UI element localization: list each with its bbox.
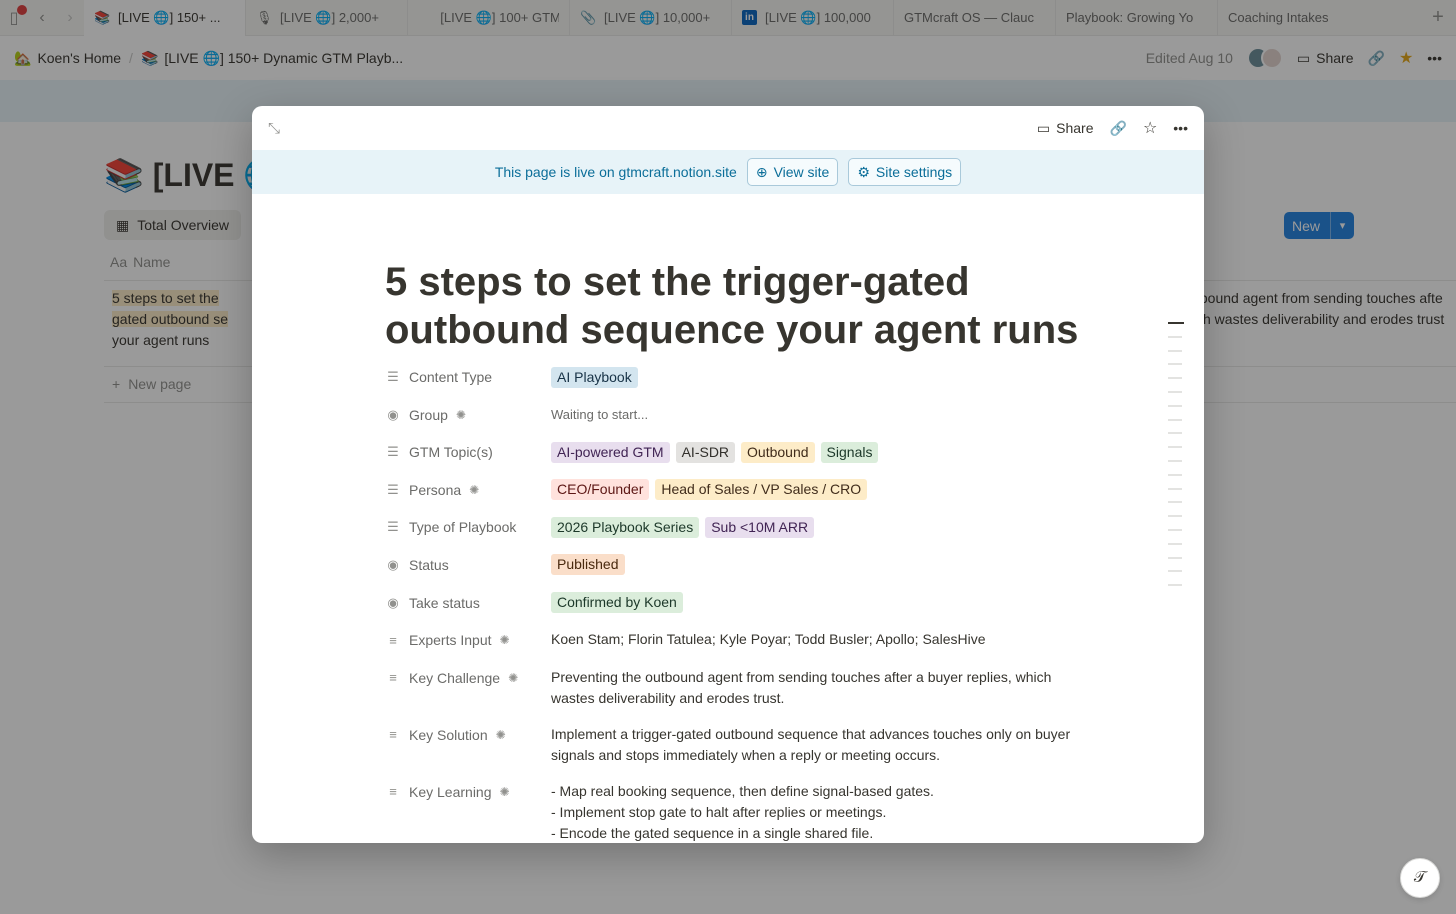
expand-icon[interactable]: ⤡ (268, 120, 280, 137)
property-status: ◉ Status Published (385, 550, 1085, 588)
tag: AI-SDR (675, 441, 736, 463)
notion-ai-icon: 𝒯 (1413, 869, 1427, 886)
text-icon: ≡ (389, 670, 397, 686)
property-group: ◉ Group ✺ Waiting to start... (385, 400, 1085, 438)
window-icon: ▭ (1036, 119, 1051, 136)
list-icon: ☰ (387, 369, 399, 384)
page-title[interactable]: 5 steps to set the trigger-gated outboun… (385, 258, 1085, 354)
help-button[interactable]: 𝒯 (1400, 858, 1440, 898)
select-icon: ◉ (387, 556, 399, 572)
tag: Sub <10M ARR (705, 516, 815, 538)
property-experts-input: ≡ Experts Input ✺ Koen Stam; Florin Tatule… (385, 625, 1085, 663)
select-icon: ◉ (387, 406, 399, 422)
ai-autofill-icon: ✺ (499, 784, 510, 799)
gear-icon: ⚙ (857, 163, 870, 180)
list-icon: ☰ (387, 519, 399, 535)
select-icon: ◉ (387, 594, 399, 610)
ai-autofill-icon: ✺ (495, 727, 506, 742)
page-peek-modal: ⤡ ▭ Share 🔗 ☆ ••• This page is live on gt… (252, 106, 1204, 843)
tag: 2026 Playbook Series (551, 516, 700, 538)
tag: CEO/Founder (551, 479, 650, 501)
tag: AI Playbook (551, 366, 638, 388)
text-icon: ≡ (389, 727, 397, 743)
property-key-solution: ≡ Key Solution ✺ Implement a trigger-gated… (385, 720, 1085, 777)
live-site-text: This page is live on gtmcraft.notion.sit… (494, 164, 737, 180)
property-key-learning: ≡ Key Learning ✺ - Map real booking sequen… (385, 777, 1085, 843)
site-settings-button[interactable]: ⚙ Site settings (848, 158, 962, 186)
status-badge: Confirmed by Koen (551, 592, 683, 614)
live-site-banner: This page is live on gtmcraft.notion.sit… (252, 150, 1204, 194)
view-site-button[interactable]: ⊕ View site (746, 158, 839, 186)
link-icon[interactable]: 🔗 (1110, 120, 1127, 137)
property-take-status: ◉ Take status Confirmed by Koen (385, 588, 1085, 626)
property-type-of-playbook: ☰ Type of Playbook 2026 Playbook Series S… (385, 512, 1085, 550)
share-button[interactable]: ▭ Share (1037, 120, 1094, 137)
text-icon: ≡ (389, 632, 397, 648)
list-icon: ☰ (387, 481, 399, 497)
properties-list: ☰ Content Type AI Playbook ◉ Group ✺ Waitin… (385, 362, 1085, 843)
property-persona: ☰ Persona ✺ CEO/Founder Head of Sales / VP… (385, 475, 1085, 513)
ai-autofill-icon: ✺ (469, 482, 480, 497)
table-of-contents-minimap[interactable] (1168, 322, 1184, 598)
status-badge: Published (551, 554, 625, 576)
tag: Signals (820, 441, 879, 463)
property-content-type: ☰ Content Type AI Playbook (385, 362, 1085, 400)
tag: AI-powered GTM (551, 441, 670, 463)
star-icon[interactable]: ☆ (1143, 118, 1157, 138)
property-key-challenge: ≡ Key Challenge ✺ Preventing the outbound … (385, 663, 1085, 720)
ai-autofill-icon: ✺ (499, 633, 510, 648)
tag: Outbound (741, 441, 815, 463)
modal-header: ⤡ ▭ Share 🔗 ☆ ••• (252, 106, 1204, 150)
globe-icon: ⊕ (755, 163, 768, 180)
ai-autofill-icon: ✺ (508, 670, 519, 685)
more-icon[interactable]: ••• (1173, 120, 1188, 136)
text-icon: ≡ (389, 784, 397, 800)
ai-autofill-icon: ✺ (455, 407, 466, 422)
list-icon: ☰ (387, 444, 399, 460)
tag: Head of Sales / VP Sales / CRO (655, 479, 868, 501)
property-gtm-topics: ☰ GTM Topic(s) AI-powered GTM AI-SDR Outb… (385, 437, 1085, 475)
